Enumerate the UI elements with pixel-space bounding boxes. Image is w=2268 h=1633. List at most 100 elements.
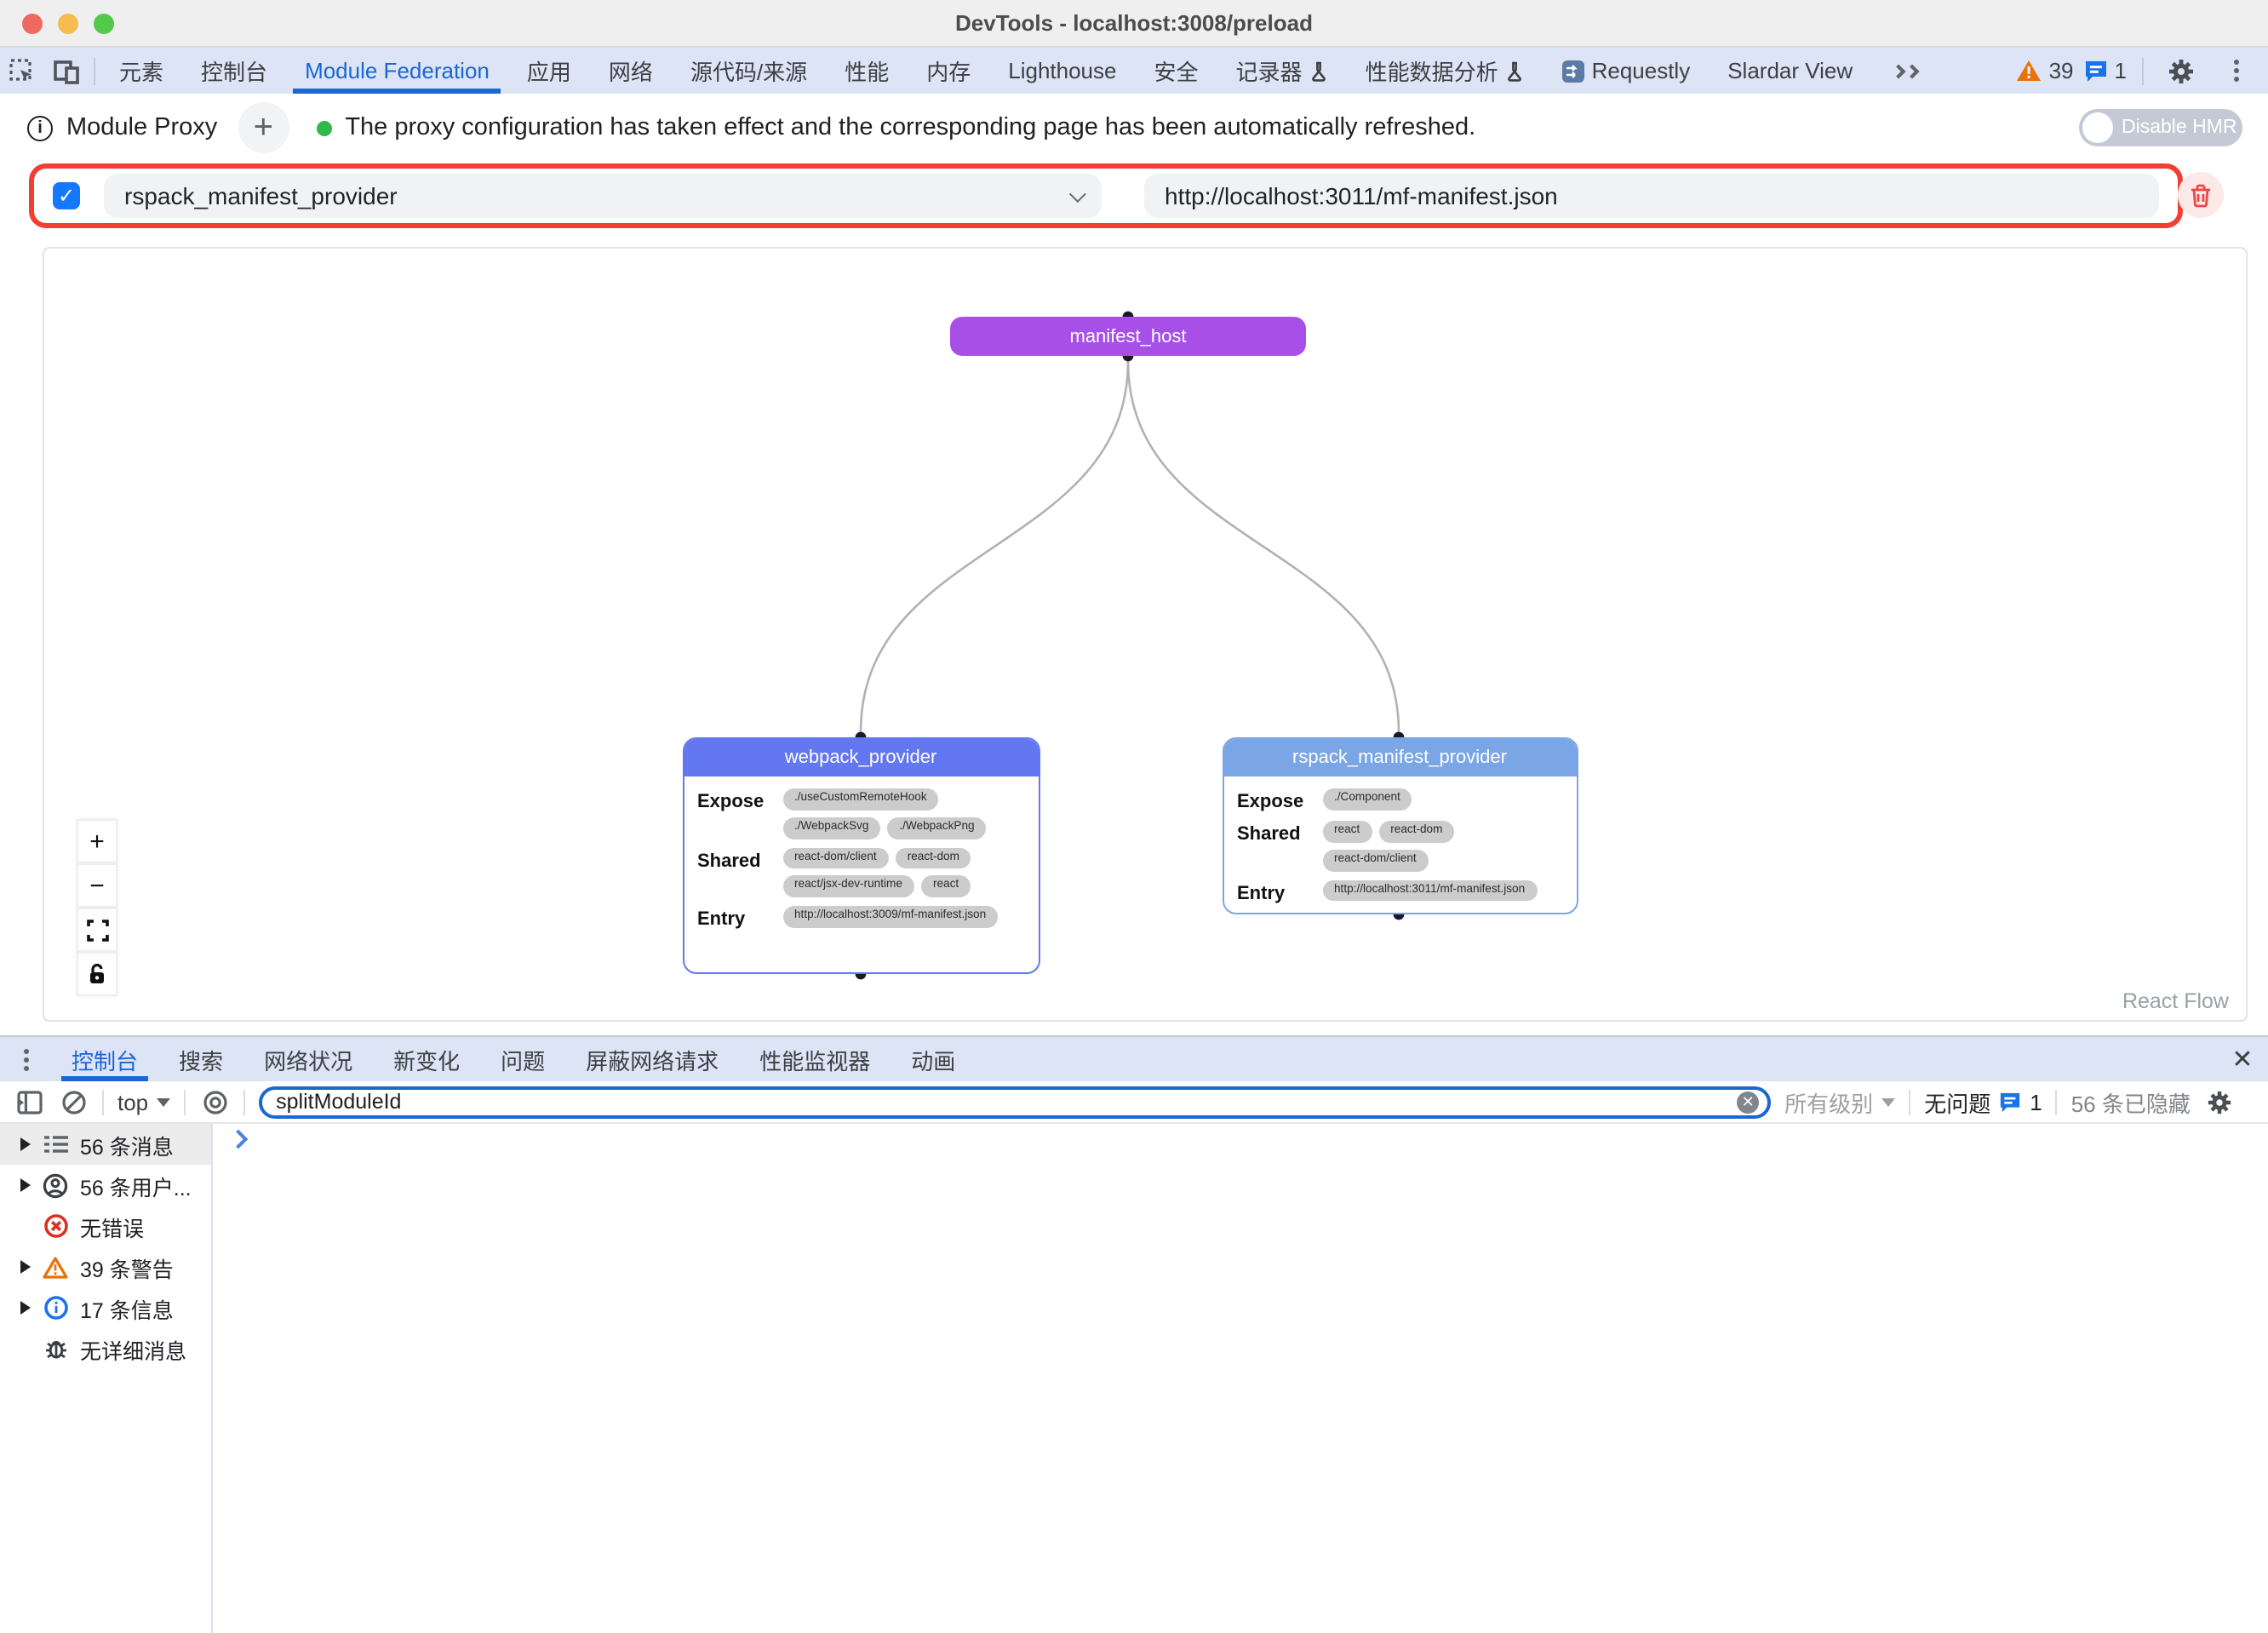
drawer-tab-changes[interactable]: 新变化: [373, 1037, 480, 1081]
user-icon: [43, 1172, 68, 1198]
drawer-tab-network-request-blocking[interactable]: 屏蔽网络请求: [565, 1037, 739, 1081]
tab-recorder[interactable]: 记录器: [1217, 48, 1347, 94]
chevron-down-icon: [1881, 1097, 1895, 1106]
disable-hmr-toggle[interactable]: Disable HMR: [2079, 109, 2242, 146]
tab-performance[interactable]: 性能: [826, 48, 908, 94]
tab-sources[interactable]: 源代码/来源: [672, 48, 826, 94]
manifest-url-input[interactable]: [1165, 182, 2139, 209]
sidebar-item-errors[interactable]: 无错误: [0, 1206, 211, 1246]
shared-label: Shared: [1237, 821, 1312, 871]
info-icon: i: [27, 115, 53, 140]
drawer-tab-search[interactable]: 搜索: [158, 1037, 243, 1081]
shared-label: Shared: [697, 847, 772, 897]
provider-select[interactable]: rspack_manifest_provider: [104, 174, 1102, 218]
divider: [94, 57, 95, 84]
warnings-badge[interactable]: 39: [2017, 58, 2074, 83]
tab-application[interactable]: 应用: [508, 48, 590, 94]
tab-memory[interactable]: 内存: [908, 48, 989, 94]
tab-console[interactable]: 控制台: [182, 48, 286, 94]
chevron-down-icon: [1069, 185, 1086, 202]
tab-network[interactable]: 网络: [590, 48, 672, 94]
more-options-icon[interactable]: [2214, 68, 2258, 73]
experiment-flask-icon: [1309, 60, 1328, 81]
execution-context-selector[interactable]: top: [117, 1089, 170, 1114]
window-title: DevTools - localhost:3008/preload: [0, 10, 2268, 36]
drawer-tab-performance-monitor[interactable]: 性能监视器: [739, 1037, 891, 1081]
clear-filter-icon[interactable]: ✕: [1737, 1091, 1759, 1113]
sidebar-item-user-messages[interactable]: 56 条用户...: [0, 1165, 211, 1206]
shared-tag: react: [1322, 821, 1372, 843]
settings-gear-icon[interactable]: [2159, 57, 2203, 84]
console-filter-input[interactable]: [276, 1090, 1727, 1114]
live-expression-eye-icon[interactable]: [199, 1086, 230, 1117]
message-bubble-icon: [1999, 1091, 2021, 1113]
node-manifest-host[interactable]: manifest_host: [950, 317, 1306, 356]
log-levels-dropdown[interactable]: 所有级别: [1784, 1086, 1895, 1118]
shared-tag: react-dom: [1378, 821, 1454, 843]
fit-view-icon: [86, 919, 108, 941]
console-sidebar-toggle-icon[interactable]: [14, 1086, 44, 1117]
issues-count: 1: [2030, 1089, 2042, 1114]
expand-arrow-icon[interactable]: [20, 1178, 31, 1192]
node-rspack-manifest-provider[interactable]: rspack_manifest_provider Expose ./Compon…: [1222, 737, 1578, 914]
console-messages-area[interactable]: [215, 1124, 2268, 1633]
expand-arrow-icon[interactable]: [20, 1260, 31, 1274]
reactflow-controls: + −: [77, 819, 117, 996]
sidebar-item-warnings[interactable]: 39 条警告: [0, 1246, 211, 1287]
expand-arrow-icon[interactable]: [20, 1137, 31, 1151]
expose-tag: ./WebpackSvg: [782, 817, 880, 839]
list-icon: [43, 1132, 68, 1157]
node-title: rspack_manifest_provider: [1223, 739, 1576, 776]
manifest-url-field: [1144, 174, 2159, 218]
proxy-status-message: The proxy configuration has taken effect…: [345, 114, 1475, 141]
tab-slardar-view[interactable]: Slardar View: [1709, 48, 1871, 94]
device-toolbar-icon[interactable]: [44, 48, 89, 94]
tab-module-federation[interactable]: Module Federation: [286, 48, 508, 94]
node-title: manifest_host: [1070, 326, 1187, 347]
divider: [1909, 1089, 1910, 1114]
lock-interactivity-button[interactable]: [77, 952, 117, 996]
toggle-label: Disable HMR: [2122, 117, 2237, 138]
bug-icon: [43, 1336, 68, 1361]
add-proxy-rule-button[interactable]: +: [238, 102, 289, 153]
divider: [2142, 57, 2144, 84]
more-tabs-chevron[interactable]: [1871, 48, 1936, 94]
tab-security[interactable]: 安全: [1136, 48, 1217, 94]
message-bubble-icon: [2084, 59, 2108, 83]
drawer-tab-console[interactable]: 控制台: [51, 1037, 158, 1081]
expand-arrow-icon[interactable]: [20, 1301, 31, 1315]
module-graph-canvas[interactable]: manifest_host webpack_provider Expose ./…: [43, 247, 2248, 1022]
close-drawer-icon[interactable]: ✕: [2217, 1037, 2268, 1081]
drawer-tab-network-conditions[interactable]: 网络状况: [243, 1037, 373, 1081]
tab-performance-insights[interactable]: 性能数据分析: [1347, 48, 1543, 94]
rule-enabled-checkbox[interactable]: ✓: [53, 182, 80, 209]
reactflow-attribution[interactable]: React Flow: [2122, 989, 2229, 1013]
messages-badge[interactable]: 1: [2084, 58, 2127, 83]
drawer-tab-issues[interactable]: 问题: [480, 1037, 565, 1081]
sidebar-item-info[interactable]: 17 条信息: [0, 1287, 211, 1328]
tab-elements[interactable]: 元素: [100, 48, 182, 94]
node-webpack-provider[interactable]: webpack_provider Expose ./useCustomRemot…: [682, 737, 1040, 974]
divider: [2056, 1089, 2058, 1114]
sidebar-item-verbose[interactable]: 无详细消息: [0, 1328, 211, 1369]
fit-view-button[interactable]: [77, 908, 117, 952]
warning-triangle-icon: [2017, 60, 2042, 82]
zoom-in-button[interactable]: +: [77, 819, 117, 863]
sidebar-item-all-messages[interactable]: 56 条消息: [0, 1124, 211, 1165]
issues-status[interactable]: 无问题 1: [1924, 1086, 2042, 1118]
inspect-element-icon[interactable]: [0, 48, 44, 94]
delete-rule-button[interactable]: [2178, 172, 2224, 218]
module-proxy-title: Module Proxy: [66, 114, 217, 141]
warnings-count: 39: [2049, 58, 2074, 83]
entry-label: Entry: [697, 907, 772, 931]
shared-tag: react-dom: [896, 847, 971, 869]
tab-lighthouse[interactable]: Lighthouse: [989, 48, 1135, 94]
chevron-down-icon: [157, 1097, 170, 1106]
drawer-tab-animations[interactable]: 动画: [891, 1037, 976, 1081]
drawer-menu-icon[interactable]: [0, 1037, 51, 1081]
console-settings-gear-icon[interactable]: [2204, 1086, 2235, 1117]
tab-requestly[interactable]: Requestly: [1543, 48, 1710, 94]
divider: [243, 1089, 245, 1114]
clear-console-icon[interactable]: [58, 1086, 89, 1117]
zoom-out-button[interactable]: −: [77, 863, 117, 908]
